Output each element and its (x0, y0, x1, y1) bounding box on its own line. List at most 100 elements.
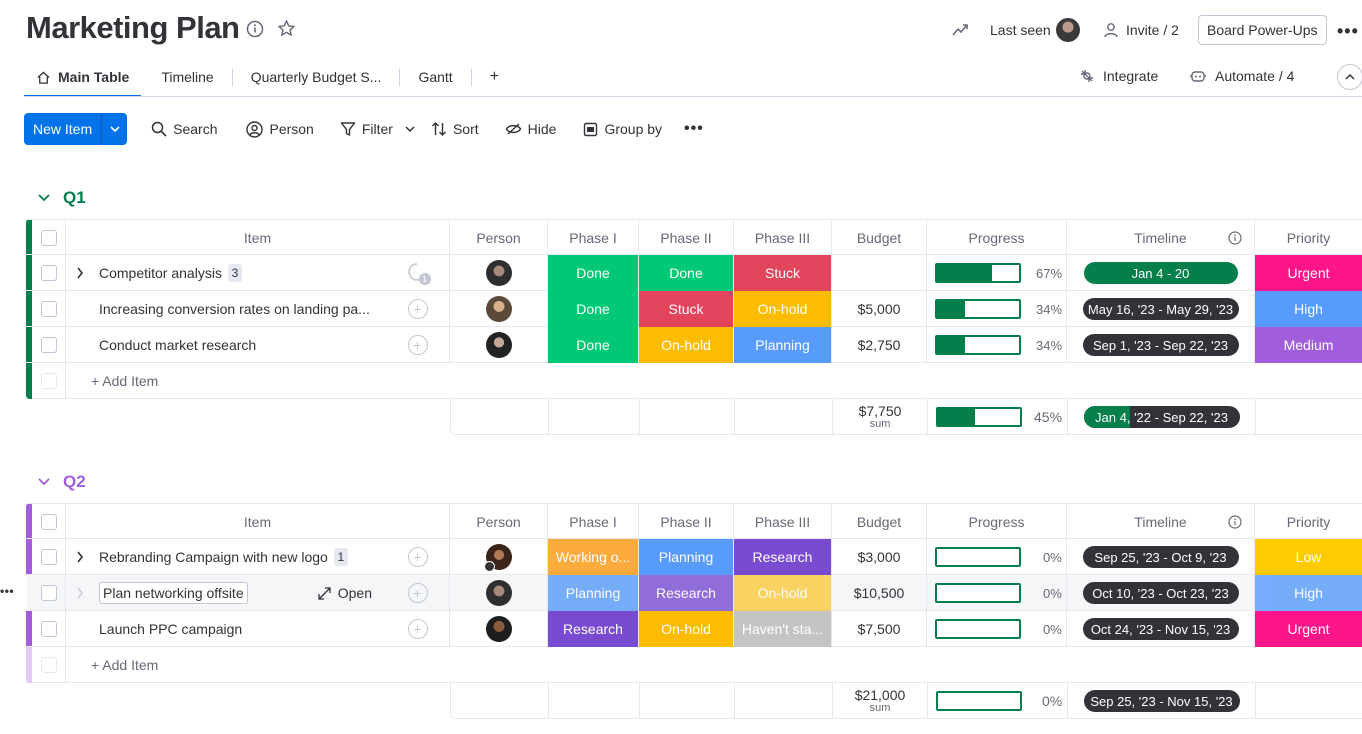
chevron-down-icon[interactable] (101, 113, 127, 145)
invite-button[interactable]: Invite / 2 (1103, 14, 1179, 46)
person-cell[interactable] (450, 327, 548, 363)
filter-button[interactable]: Filter (340, 121, 415, 137)
column-header-phase-3[interactable]: Phase III (734, 504, 832, 540)
status-cell-phase-1[interactable]: Done (548, 291, 639, 327)
row-checkbox[interactable] (40, 337, 57, 353)
column-header-phase-2[interactable]: Phase II (639, 504, 734, 540)
column-header-person[interactable]: Person (450, 504, 548, 540)
row-checkbox[interactable] (40, 549, 57, 565)
budget-cell[interactable]: $5,000 (832, 291, 927, 327)
column-header-priority[interactable]: Priority (1255, 504, 1362, 540)
board-power-ups-button[interactable]: Board Power-Ups (1198, 14, 1327, 46)
row-menu-icon[interactable]: ••• (0, 584, 14, 598)
item-name-cell[interactable]: Conduct market research (66, 327, 386, 363)
status-cell-phase-2[interactable]: Research (639, 575, 734, 611)
timeline-cell[interactable]: Sep 25, '23 - Oct 9, '23 (1067, 539, 1255, 575)
updates-cell[interactable]: + (386, 327, 450, 363)
budget-cell[interactable]: $3,000 (832, 539, 927, 575)
updates-cell[interactable]: + (386, 539, 450, 575)
integrate-button[interactable]: Integrate (1079, 60, 1158, 92)
budget-cell[interactable]: $7,500 (832, 611, 927, 647)
last-seen-button[interactable]: Last seen (990, 14, 1080, 46)
subitems-count[interactable]: 1 (333, 548, 348, 566)
column-header-phase-1[interactable]: Phase I (548, 220, 639, 256)
collapse-header-button[interactable] (1337, 64, 1362, 90)
timeline-cell[interactable]: Sep 1, '23 - Sep 22, '23 (1067, 327, 1255, 363)
status-cell-phase-1[interactable]: Planning (548, 575, 639, 611)
chevron-down-icon[interactable] (405, 125, 415, 133)
column-header-person[interactable]: Person (450, 220, 548, 256)
tab-main-table[interactable]: Main Table (24, 58, 142, 97)
more-actions-icon[interactable]: ••• (684, 120, 704, 138)
summary-budget-cell[interactable]: $7,750 sum (833, 399, 928, 435)
item-name-editable[interactable]: Plan networking offsite (99, 582, 248, 604)
updates-cell[interactable]: + (386, 575, 450, 611)
column-header-progress[interactable]: Progress (927, 504, 1067, 540)
column-header-budget[interactable]: Budget (832, 504, 927, 540)
status-cell-phase-1[interactable]: Done (548, 327, 639, 363)
chevron-right-icon[interactable] (76, 587, 84, 599)
group-header-q1[interactable]: Q1 (38, 188, 86, 208)
chevron-right-icon[interactable] (76, 551, 84, 563)
status-cell-phase-2[interactable]: On-hold (639, 611, 734, 647)
table-row[interactable]: Plan networking offsite Open + Planning … (26, 575, 1362, 611)
column-header-budget[interactable]: Budget (832, 220, 927, 256)
status-cell-phase-3[interactable]: On-hold (734, 575, 832, 611)
priority-cell[interactable]: High (1255, 291, 1362, 327)
timeline-cell[interactable]: Oct 24, '23 - Nov 15, '23 (1067, 611, 1255, 647)
budget-cell[interactable] (832, 255, 927, 291)
person-cell[interactable] (450, 539, 548, 575)
column-header-timeline[interactable]: Timeline (1067, 220, 1255, 256)
updates-cell[interactable]: 1 (386, 255, 450, 291)
column-header-item[interactable]: Item (66, 504, 450, 540)
person-filter-button[interactable]: Person (246, 120, 314, 138)
row-checkbox[interactable] (40, 301, 57, 317)
chevron-down-icon[interactable] (38, 478, 50, 486)
status-cell-phase-3[interactable]: Haven't sta... (734, 611, 832, 647)
status-cell-phase-2[interactable]: Done (639, 255, 734, 291)
timeline-cell[interactable]: Oct 10, '23 - Oct 23, '23 (1067, 575, 1255, 611)
sort-button[interactable]: Sort (431, 121, 479, 137)
add-item-row[interactable]: + Add Item (26, 363, 1362, 399)
info-icon[interactable] (1228, 231, 1242, 245)
status-cell-phase-3[interactable]: Research (734, 539, 832, 575)
updates-cell[interactable]: + (386, 291, 450, 327)
column-header-timeline[interactable]: Timeline (1067, 504, 1255, 540)
table-row[interactable]: Competitor analysis 3 1 Done Done Stuck … (26, 255, 1362, 291)
column-header-progress[interactable]: Progress (927, 220, 1067, 256)
status-cell-phase-3[interactable]: Stuck (734, 255, 832, 291)
info-icon[interactable] (246, 20, 264, 41)
priority-cell[interactable]: Urgent (1255, 611, 1362, 647)
activity-icon[interactable] (951, 22, 969, 41)
add-item-input[interactable]: + Add Item (66, 647, 466, 683)
more-options-icon[interactable]: ••• (1337, 21, 1359, 42)
item-name-cell[interactable]: Competitor analysis 3 (66, 255, 386, 291)
person-cell[interactable] (450, 611, 548, 647)
status-cell-phase-1[interactable]: Research (548, 611, 639, 647)
search-button[interactable]: Search (151, 121, 217, 137)
chevron-down-icon[interactable] (38, 194, 50, 202)
hide-button[interactable]: Hide (505, 121, 556, 137)
status-cell-phase-2[interactable]: Planning (639, 539, 734, 575)
status-cell-phase-2[interactable]: On-hold (639, 327, 734, 363)
new-item-button[interactable]: New Item (24, 113, 128, 145)
select-all-checkbox[interactable] (40, 230, 57, 246)
status-cell-phase-2[interactable]: Stuck (639, 291, 734, 327)
item-name-cell[interactable]: Launch PPC campaign (66, 611, 386, 647)
row-checkbox[interactable] (40, 265, 57, 281)
open-item-button[interactable]: Open (317, 585, 372, 601)
person-cell[interactable] (450, 291, 548, 327)
add-view-button[interactable]: + (478, 58, 511, 96)
table-row[interactable]: Conduct market research + Done On-hold P… (26, 327, 1362, 363)
subitems-count[interactable]: 3 (227, 264, 242, 282)
status-cell-phase-1[interactable]: Working o... (548, 539, 639, 575)
timeline-cell[interactable]: Jan 4 - 20 (1067, 255, 1255, 291)
person-cell[interactable] (450, 575, 548, 611)
updates-cell[interactable]: + (386, 611, 450, 647)
column-header-phase-1[interactable]: Phase I (548, 504, 639, 540)
tab-timeline[interactable]: Timeline (149, 58, 225, 96)
column-header-phase-3[interactable]: Phase III (734, 220, 832, 256)
column-header-phase-2[interactable]: Phase II (639, 220, 734, 256)
timeline-cell[interactable]: May 16, '23 - May 29, '23 (1067, 291, 1255, 327)
person-cell[interactable] (450, 255, 548, 291)
